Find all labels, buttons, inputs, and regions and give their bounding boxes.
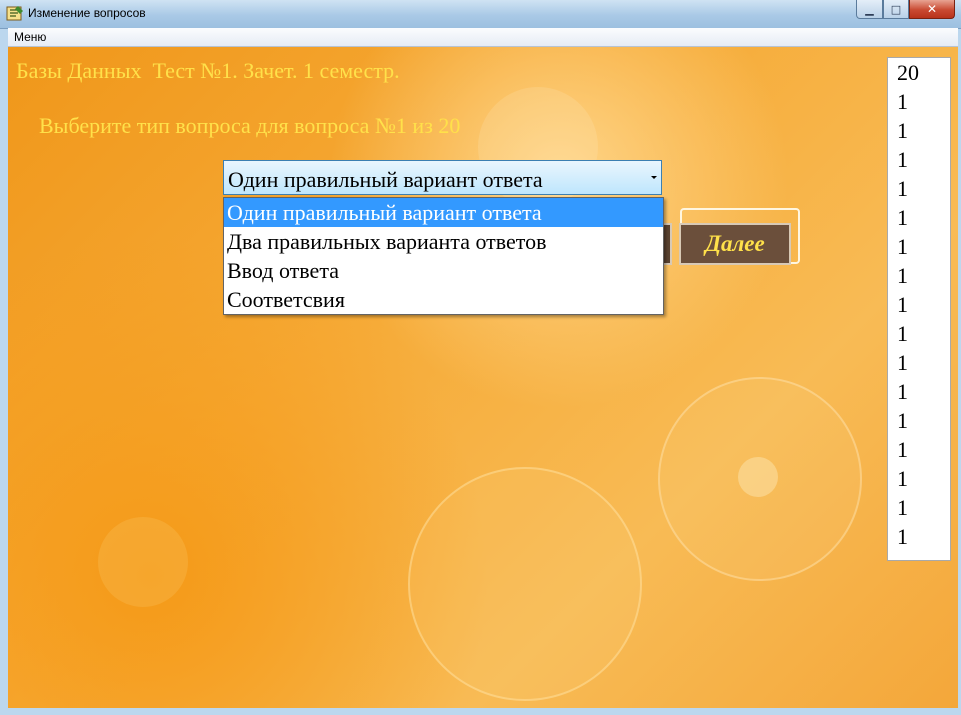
test-title: Базы Данных Тест №1. Зачет. 1 семестр. [16, 58, 400, 83]
close-icon: ✕ [926, 2, 938, 16]
chevron-down-icon[interactable] [651, 176, 657, 179]
question-type-dropdown: Один правильный вариант ответа Два прави… [223, 197, 664, 315]
maximize-icon: □ [890, 2, 902, 16]
title-bar[interactable]: Изменение вопросов ▁ □ ✕ [0, 0, 961, 29]
list-item[interactable]: 1 [897, 522, 908, 551]
list-item[interactable]: 1 [897, 116, 908, 145]
list-item[interactable]: 1 [897, 377, 908, 406]
list-item[interactable]: 1 [897, 493, 908, 522]
dropdown-option[interactable]: Два правильных варианта ответов [224, 227, 663, 256]
list-item[interactable]: 1 [897, 87, 908, 116]
question-type-select[interactable]: Один правильный вариант ответа [223, 160, 662, 195]
background-bokeh [98, 517, 188, 607]
list-item[interactable]: 1 [897, 261, 908, 290]
dropdown-option[interactable]: Ввод ответа [224, 256, 663, 285]
dropdown-option[interactable]: Соответсвия [224, 285, 663, 314]
window-bottom-border [0, 708, 961, 715]
list-item[interactable]: 1 [897, 174, 908, 203]
list-item[interactable]: 1 [897, 290, 908, 319]
list-item[interactable]: 1 [897, 319, 908, 348]
close-button[interactable]: ✕ [909, 0, 955, 19]
question-type-prompt: Выберите тип вопроса для вопроса №1 из 2… [39, 113, 461, 138]
background-bokeh [738, 457, 778, 497]
list-item[interactable]: 1 [897, 203, 908, 232]
maximize-button[interactable]: □ [883, 0, 909, 19]
minimize-icon: ▁ [865, 2, 874, 16]
main-panel: Базы Данных Тест №1. Зачет. 1 семестр. В… [8, 47, 958, 708]
dropdown-option[interactable]: Один правильный вариант ответа [224, 198, 663, 227]
background-bokeh [408, 467, 642, 701]
app-icon [6, 6, 23, 21]
window-title: Изменение вопросов [28, 6, 146, 20]
next-button[interactable]: Далее [679, 223, 791, 265]
minimize-button[interactable]: ▁ [856, 0, 883, 19]
list-item[interactable]: 1 [897, 406, 908, 435]
list-item[interactable]: 1 [897, 348, 908, 377]
question-list[interactable]: 20 1 1 1 1 1 1 1 1 1 1 1 1 1 1 1 1 [887, 57, 951, 561]
list-item[interactable]: 1 [897, 464, 908, 493]
list-item[interactable]: 1 [897, 435, 908, 464]
question-type-selected-value: Один правильный вариант ответа [228, 167, 543, 192]
list-item[interactable]: 20 [897, 58, 919, 87]
menu-item-menu[interactable]: Меню [14, 30, 46, 44]
list-item[interactable]: 1 [897, 232, 908, 261]
next-button-label: Далее [705, 231, 765, 256]
menu-bar: Меню [8, 28, 958, 47]
list-item[interactable]: 1 [897, 145, 908, 174]
